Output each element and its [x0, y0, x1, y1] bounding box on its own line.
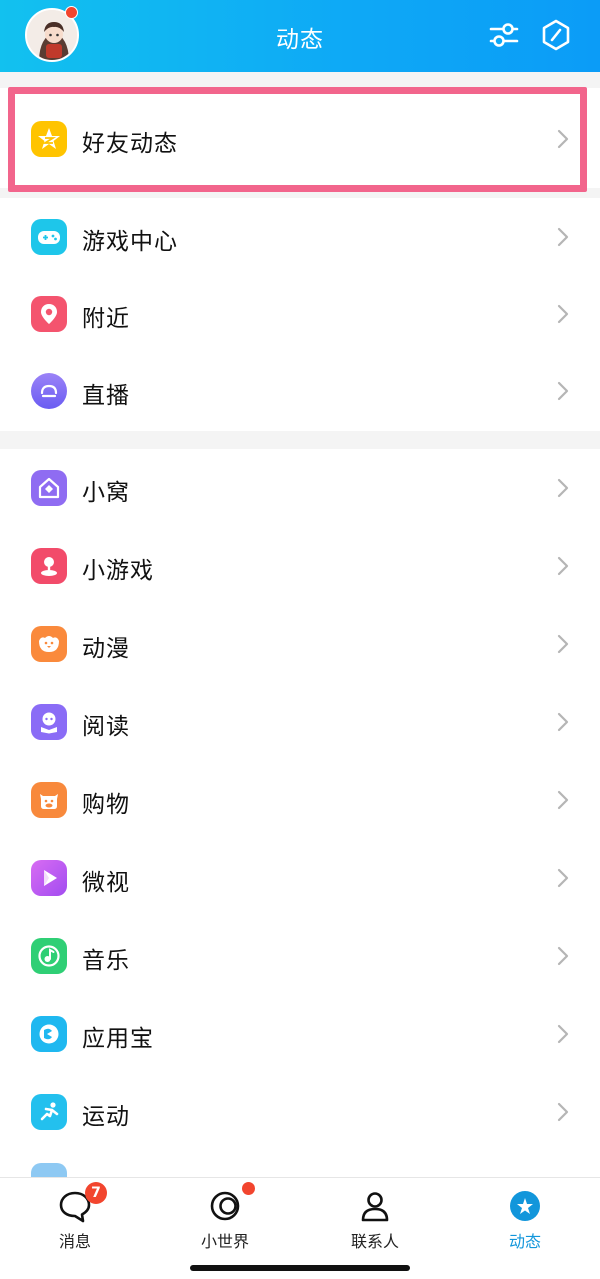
list-item-label: 小窝 [82, 480, 130, 506]
unread-badge: 7 [85, 1182, 107, 1204]
reading-icon [31, 704, 67, 740]
chevron-right-icon [557, 790, 569, 810]
home-indicator [190, 1265, 410, 1271]
list-item-app-store[interactable]: 应用宝 [0, 995, 600, 1073]
list-item-music[interactable]: 音乐 [0, 917, 600, 995]
list-item-label: 游戏中心 [82, 229, 178, 255]
bottom-tab-bar: 7 消息 小世界 联系人 动态 [0, 1177, 600, 1279]
small-world-icon [210, 1191, 240, 1221]
joystick-icon [31, 548, 67, 584]
notification-dot [242, 1182, 255, 1195]
tab-messages[interactable]: 7 消息 [25, 1182, 125, 1254]
avatar-notification-dot [65, 6, 78, 19]
list-item-nearby[interactable]: 附近 [0, 275, 600, 353]
chevron-right-icon [557, 227, 569, 247]
gamepad-icon [31, 219, 67, 255]
tab-label: 消息 [58, 1232, 91, 1251]
list-item-live[interactable]: 直播 [0, 352, 600, 430]
list-item-shopping[interactable]: 购物 [0, 761, 600, 839]
list-item-reading[interactable]: 阅读 [0, 683, 600, 761]
list-item-nest[interactable]: 小窝 [0, 449, 600, 527]
list-item-mini-games[interactable]: 小游戏 [0, 527, 600, 605]
list-item-label: 动漫 [82, 636, 130, 662]
highlight-box [8, 87, 587, 192]
partial-next-item-icon [31, 1163, 67, 1177]
list-item-label: 应用宝 [82, 1026, 154, 1052]
tab-contacts[interactable]: 联系人 [325, 1184, 425, 1254]
list-item-label: 运动 [82, 1104, 130, 1130]
list-item-label: 微视 [82, 870, 130, 896]
tab-label: 小世界 [200, 1232, 249, 1251]
hexagon-icon[interactable] [539, 18, 573, 52]
tab-small-world[interactable]: 小世界 [175, 1182, 275, 1254]
music-note-icon [31, 938, 67, 974]
chevron-right-icon [557, 1102, 569, 1122]
chevron-right-icon [557, 556, 569, 576]
list-item-label: 直播 [82, 383, 130, 409]
anime-chick-icon [31, 626, 67, 662]
chevron-right-icon [557, 946, 569, 966]
section-services: 小窝 小游戏 动漫 阅读 购物 微视 音乐 应用宝 运动 [0, 449, 600, 1177]
section-games: 游戏中心 附近 直播 [0, 198, 600, 431]
chevron-right-icon [557, 634, 569, 654]
tab-label: 动态 [508, 1232, 541, 1251]
list-item-game-center[interactable]: 游戏中心 [0, 198, 600, 276]
feed-star-icon [510, 1191, 540, 1221]
list-item-label: 阅读 [82, 714, 130, 740]
tab-label: 联系人 [350, 1232, 399, 1251]
sliders-icon[interactable] [487, 18, 521, 52]
list-item-weishi[interactable]: 微视 [0, 839, 600, 917]
chevron-right-icon [557, 1024, 569, 1044]
tab-feed[interactable]: 动态 [475, 1184, 575, 1254]
list-item-anime[interactable]: 动漫 [0, 605, 600, 683]
list-item-label: 购物 [82, 792, 130, 818]
chevron-right-icon [557, 868, 569, 888]
home-nest-icon [31, 470, 67, 506]
top-bar: 动态 [0, 0, 600, 72]
chevron-right-icon [557, 304, 569, 324]
list-item-label: 附近 [82, 306, 130, 332]
live-icon [31, 373, 67, 409]
list-item-sports[interactable]: 运动 [0, 1073, 600, 1151]
weishi-play-icon [31, 860, 67, 896]
chevron-right-icon [557, 478, 569, 498]
list-item-label: 音乐 [82, 948, 130, 974]
chevron-right-icon [557, 381, 569, 401]
app-store-icon [31, 1016, 67, 1052]
chevron-right-icon [557, 712, 569, 732]
running-icon [31, 1094, 67, 1130]
shopping-cow-icon [31, 782, 67, 818]
contacts-person-icon [361, 1192, 389, 1222]
location-pin-icon [31, 296, 67, 332]
list-item-label: 小游戏 [82, 558, 154, 584]
